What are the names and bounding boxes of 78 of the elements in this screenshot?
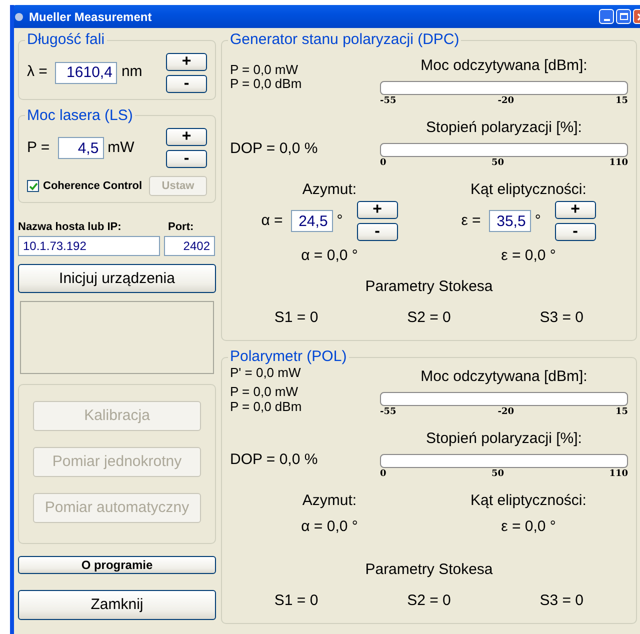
unit-label: nm: [121, 62, 142, 82]
init-button[interactable]: Inicjuj urządzenia: [18, 264, 216, 292]
angle-label: Azymut:: [302, 490, 357, 510]
minimize-button[interactable]: [599, 9, 614, 24]
angle-reading: ε = 0,0 °: [501, 517, 556, 537]
about-button[interactable]: O programie: [18, 556, 216, 574]
host-label: Nazwa hosta lub IP:: [18, 220, 122, 235]
angle-label: Kąt eliptyczności:: [470, 180, 586, 200]
degree-label: °: [534, 210, 541, 231]
value-input[interactable]: 4,5: [58, 137, 104, 159]
tick-label: 110: [609, 157, 628, 170]
value-label: P =: [27, 138, 50, 158]
dop-reading: DOP = 0,0 %: [230, 139, 319, 160]
host-input[interactable]: 10.1.73.192: [18, 236, 160, 256]
stokes-value: S2 = 0: [407, 592, 451, 609]
tick-label: -20: [498, 406, 514, 419]
tick-label: 110: [609, 468, 628, 481]
angle-reading: α = 0,0 °: [301, 517, 358, 537]
stokes-value: S1 = 0: [274, 592, 318, 609]
group-title: Polarymetr (POL): [229, 349, 348, 366]
step-button[interactable]: -: [356, 223, 398, 241]
group-title: Moc lasera (LS): [26, 108, 134, 124]
stokes-value: S3 = 0: [540, 592, 584, 609]
meter-title: Moc odczytywana [dBm]:: [420, 366, 588, 386]
unit-label: mW: [108, 138, 134, 158]
power-reading: P = 0,0 mW: [230, 385, 300, 400]
meter-title: Moc odczytywana [dBm]:: [420, 56, 588, 76]
check-icon: [28, 182, 38, 190]
value-input[interactable]: 1610,4: [55, 62, 118, 84]
tick-label: -55: [380, 406, 396, 419]
minimize-icon: [604, 19, 610, 21]
port-label: Port:: [168, 220, 195, 235]
stokes-value: S1 = 0: [274, 309, 318, 326]
tick-label: 0: [380, 157, 386, 170]
degree-label: °: [336, 210, 343, 231]
step-button[interactable]: -: [166, 74, 207, 92]
tick-label: -20: [498, 95, 514, 108]
meter-title: Stopień polaryzacji [%]:: [425, 428, 583, 448]
angle-label: Kąt eliptyczności:: [470, 490, 586, 510]
stokes-title: Parametry Stokesa: [364, 560, 494, 580]
step-button[interactable]: +: [356, 201, 398, 219]
tick-label: 50: [491, 468, 504, 481]
angle-label: Azymut:: [302, 180, 357, 200]
stokes-title: Parametry Stokesa: [364, 276, 494, 296]
close-app-button[interactable]: Zamknij: [18, 590, 216, 620]
step-button[interactable]: +: [554, 201, 596, 219]
angle-reading: α = 0,0 °: [301, 246, 358, 266]
meter-title: Stopień polaryzacji [%]:: [425, 118, 583, 138]
group-title: Generator stanu polaryzacji (DPC): [229, 32, 460, 48]
angle-symbol: α =: [261, 210, 283, 231]
angle-input[interactable]: 24,5: [290, 210, 333, 232]
app-icon: [14, 12, 24, 22]
step-button[interactable]: -: [554, 223, 596, 241]
step-button[interactable]: -: [166, 150, 207, 168]
power-reading: P = 0,0 dBm: [230, 400, 303, 416]
tick-label: -55: [380, 95, 396, 108]
power-reading: P = 0,0 dBm: [230, 77, 303, 92]
tick-label: 50: [491, 157, 504, 170]
tick-label: 15: [615, 406, 628, 419]
coherence-checkbox[interactable]: Coherence Control: [27, 178, 142, 194]
tick-label: 15: [615, 95, 628, 108]
value-label: λ =: [27, 62, 48, 82]
angle-symbol: ε =: [461, 210, 481, 231]
maximize-icon: [620, 13, 628, 20]
power-reading: P' = 0,0 mW: [230, 366, 302, 380]
step-button[interactable]: +: [166, 128, 207, 146]
power-reading: P = 0,0 mW: [230, 62, 300, 78]
dop-reading: DOP = 0,0 %: [230, 450, 319, 470]
stokes-value: S2 = 0: [407, 309, 451, 326]
stokes-value: S3 = 0: [540, 309, 584, 326]
port-input[interactable]: 2402: [164, 236, 215, 256]
step-button[interactable]: +: [166, 52, 207, 70]
maximize-button[interactable]: [616, 9, 631, 24]
tick-label: 0: [380, 468, 386, 481]
angle-reading: ε = 0,0 °: [501, 246, 556, 266]
window-title: Mueller Measurement: [29, 8, 152, 26]
angle-input[interactable]: 35,5: [488, 210, 531, 232]
group-title: Długość fali: [26, 32, 106, 48]
